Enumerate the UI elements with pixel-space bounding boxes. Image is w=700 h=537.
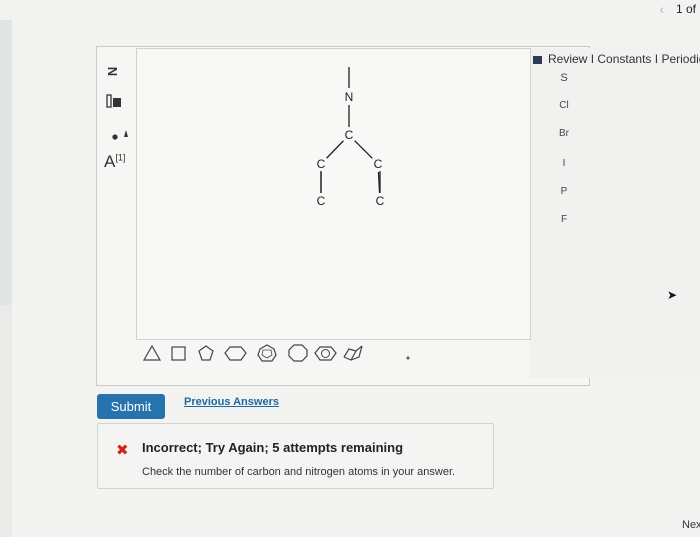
feedback-box: ✖ Incorrect; Try Again; 5 attempts remai…	[97, 423, 494, 489]
element-f[interactable]: F	[552, 214, 576, 225]
resource-links: Review I Constants I Periodic	[533, 52, 700, 66]
panel-icon	[533, 55, 542, 64]
back-arrow-icon[interactable]: ‹	[659, 1, 664, 17]
incorrect-x-icon: ✖	[116, 442, 129, 459]
element-p[interactable]: P	[552, 186, 576, 197]
dot-icon	[404, 349, 412, 367]
atom-c2[interactable]: C	[317, 157, 326, 171]
circle-ring-icon[interactable]	[314, 343, 338, 368]
element-s[interactable]: S	[552, 72, 576, 84]
element-i[interactable]: I	[552, 158, 576, 169]
atom-c4[interactable]: C	[317, 194, 326, 208]
element-panel	[530, 48, 700, 378]
mouse-cursor-icon: ➤	[667, 288, 678, 302]
bond-2[interactable]	[326, 140, 344, 159]
left-gutter	[0, 20, 12, 305]
triangle-icon[interactable]	[142, 343, 162, 368]
review-link[interactable]: Review	[548, 52, 587, 66]
lone-pair-icon[interactable]	[111, 128, 131, 151]
link-separator: I	[590, 52, 595, 66]
drawing-canvas[interactable]: N C C C C C	[136, 48, 531, 340]
constants-link[interactable]: Constants	[597, 52, 651, 66]
page-indicator: 1 of	[675, 2, 696, 16]
next-button[interactable]: Nex	[682, 519, 700, 531]
feedback-message: Check the number of carbon and nitrogen …	[142, 466, 456, 478]
charge-tool[interactable]: A[1]	[104, 152, 125, 172]
nitrogen-tool[interactable]: N	[105, 67, 120, 76]
pentagon-icon[interactable]	[196, 343, 216, 368]
element-br[interactable]: Br	[552, 128, 576, 139]
ring-templates-toolbar	[142, 343, 410, 368]
element-cl[interactable]: Cl	[552, 100, 576, 111]
previous-answers-link[interactable]: Previous Answers	[184, 396, 279, 408]
hexagon-icon[interactable]	[224, 343, 248, 368]
chair-conformation-icon[interactable]	[342, 343, 366, 368]
top-strip: ‹ 1 of	[0, 0, 700, 20]
template-icon[interactable]	[106, 94, 122, 108]
atom-c5[interactable]: C	[376, 194, 385, 208]
link-separator: I	[654, 52, 659, 66]
atom-n1[interactable]: N	[345, 90, 354, 104]
atom-c1[interactable]: C	[345, 128, 354, 142]
left-toolbar: N A[1]	[100, 60, 134, 190]
square-icon[interactable]	[169, 343, 189, 368]
periodic-table-link[interactable]: Periodic	[661, 52, 700, 66]
molecule-structure[interactable]: N C C C C C	[137, 49, 530, 339]
feedback-title: Incorrect; Try Again; 5 attempts remaini…	[142, 440, 404, 455]
heptagon-icon[interactable]	[255, 343, 279, 368]
octagon-icon[interactable]	[286, 343, 310, 368]
bond-3[interactable]	[354, 140, 373, 159]
atom-c3[interactable]: C	[374, 157, 383, 171]
submit-button[interactable]: Submit	[97, 394, 165, 419]
